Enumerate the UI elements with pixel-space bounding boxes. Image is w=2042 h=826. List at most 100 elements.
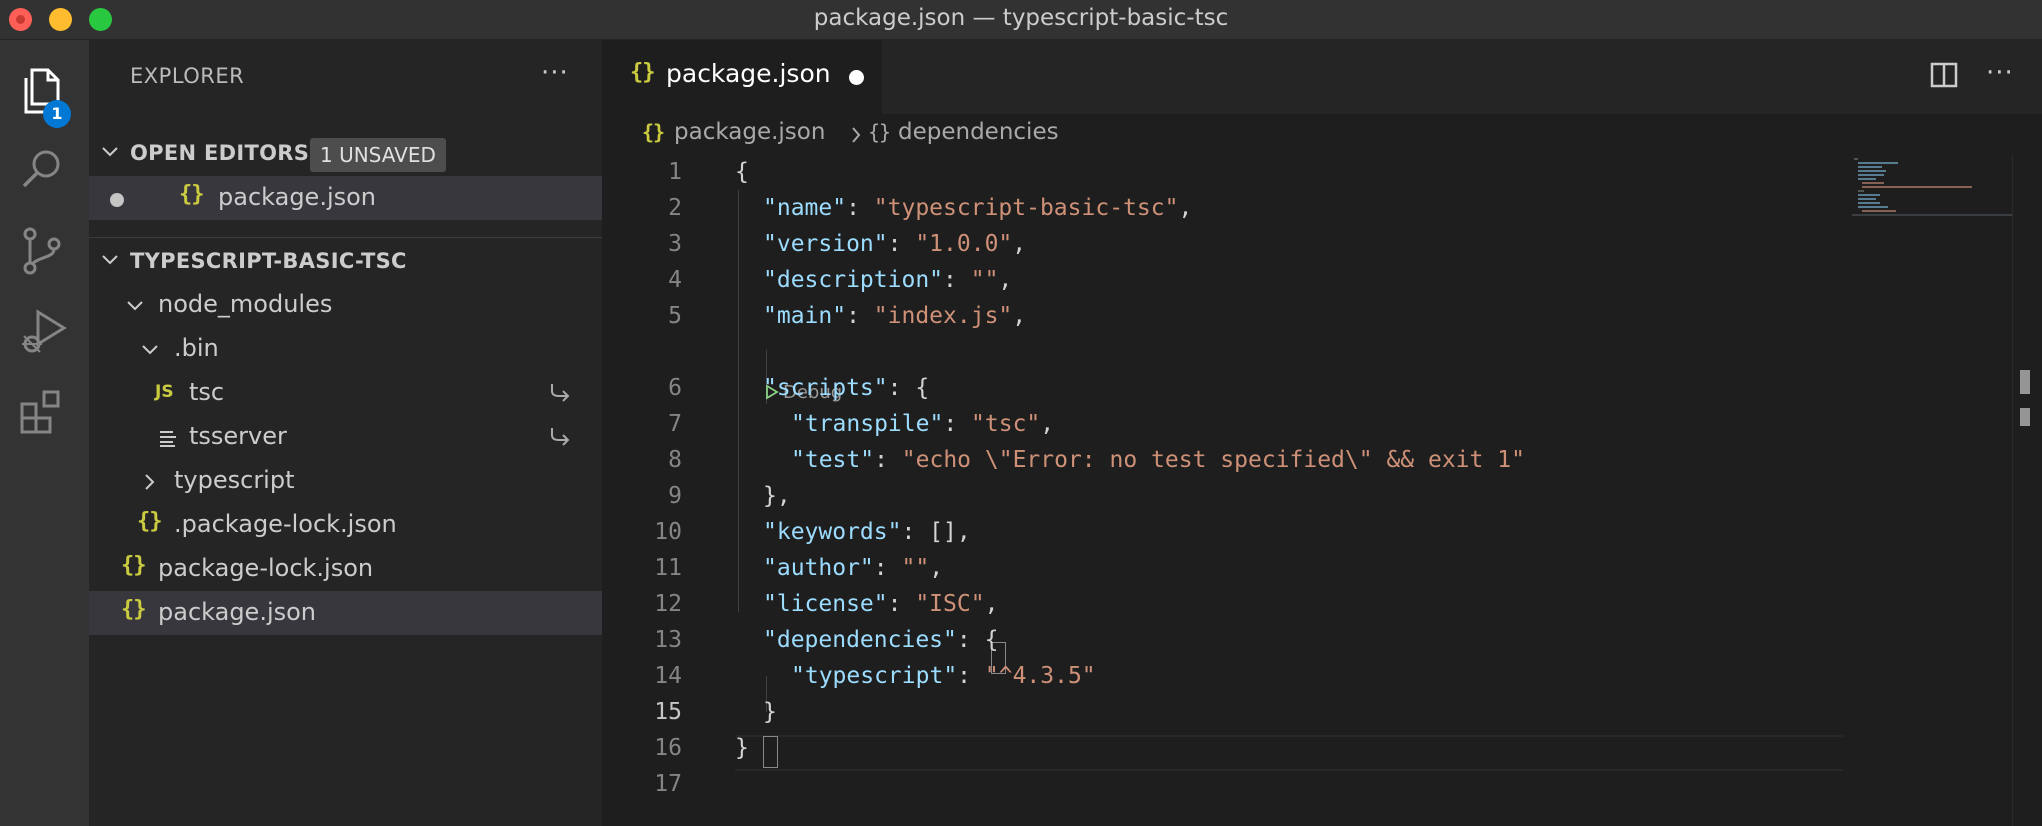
chevron-down-icon xyxy=(142,345,158,355)
json-icon: {} xyxy=(642,120,665,144)
bracket-match xyxy=(763,736,778,768)
scrollbar-marker xyxy=(2020,370,2030,394)
indent-guide xyxy=(738,190,739,612)
tree-item-tsc[interactable]: JS tsc xyxy=(89,371,602,415)
line-number: 16 xyxy=(654,735,682,761)
tree-item-label: typescript xyxy=(174,466,295,494)
tree-item-node-modules[interactable]: node_modules xyxy=(89,283,602,327)
code-line: "scripts": { xyxy=(763,375,930,401)
tree-item-label: node_modules xyxy=(158,290,333,318)
tree-item-package-json[interactable]: {} package.json xyxy=(89,591,602,635)
code-line: { xyxy=(735,159,749,185)
code-line: "transpile": "tsc", xyxy=(791,411,1055,437)
file-lines-icon xyxy=(160,431,176,447)
editor-more-actions-button[interactable]: ··· xyxy=(1986,58,2014,88)
scrollbar-marker xyxy=(2020,408,2030,426)
chevron-down-icon xyxy=(127,301,143,311)
tree-item-bin[interactable]: .bin xyxy=(89,327,602,371)
window-title: package.json — typescript-basic-tsc xyxy=(813,5,1229,31)
tree-item-package-lock[interactable]: {} package-lock.json xyxy=(89,547,602,591)
line-number: 7 xyxy=(668,411,682,437)
open-editors-section-header[interactable]: OPEN EDITORS 1 UNSAVED xyxy=(89,133,602,173)
run-debug-icon xyxy=(22,309,67,353)
line-number: 13 xyxy=(654,627,682,653)
code-line: "main": "index.js", xyxy=(763,303,1027,329)
explorer-more-actions-button[interactable]: ··· xyxy=(541,58,569,88)
project-section-header[interactable]: TYPESCRIPT-BASIC-TSC xyxy=(89,241,602,281)
tree-item-label: tsserver xyxy=(189,422,287,450)
minimap-line xyxy=(1862,210,1896,212)
chevron-down-icon xyxy=(102,255,118,265)
line-number: 10 xyxy=(654,519,682,545)
tree-item-typescript[interactable]: typescript xyxy=(89,459,602,503)
javascript-icon: JS xyxy=(155,382,174,402)
breadcrumb-file[interactable]: package.json xyxy=(674,119,825,145)
explorer-sidebar: EXPLORER ··· OPEN EDITORS 1 UNSAVED {} p… xyxy=(89,40,602,826)
line-number: 2 xyxy=(668,195,682,221)
line-number: 12 xyxy=(654,591,682,617)
extensions-activity[interactable] xyxy=(0,370,89,450)
minimap-line xyxy=(1858,194,1880,196)
code-line: "license": "ISC", xyxy=(763,591,999,617)
vertical-scrollbar[interactable] xyxy=(2012,154,2042,826)
source-control-icon xyxy=(23,227,61,275)
code-line: "name": "typescript-basic-tsc", xyxy=(763,195,1193,221)
code-line: "keywords": [], xyxy=(763,519,971,545)
open-editor-label: package.json xyxy=(218,183,377,211)
line-number: 17 xyxy=(654,771,682,797)
line-number: 14 xyxy=(654,663,682,689)
sidebar-title: EXPLORER xyxy=(130,64,245,88)
tree-item-label: .bin xyxy=(174,334,219,362)
source-control-activity[interactable] xyxy=(0,210,89,290)
explorer-badge: 1 xyxy=(43,100,71,128)
breadcrumb: {} package.json {} dependencies xyxy=(602,114,2042,154)
symlink-icon xyxy=(551,384,570,402)
symlink-icon xyxy=(551,428,570,446)
minimap-line xyxy=(1858,170,1886,172)
activity-bar: 1 xyxy=(0,40,89,826)
line-number: 11 xyxy=(654,555,682,581)
tab-label: package.json xyxy=(666,59,831,88)
open-editor-item[interactable]: {} package.json xyxy=(89,176,602,220)
tree-item-label: package-lock.json xyxy=(158,554,374,582)
extensions-icon xyxy=(20,390,60,434)
split-editor-icon[interactable] xyxy=(1930,61,1958,89)
breadcrumb-symbol[interactable]: dependencies xyxy=(898,119,1059,145)
line-number: 3 xyxy=(668,231,682,257)
unsaved-dot-icon[interactable] xyxy=(110,193,124,207)
line-number-active: 15 xyxy=(654,699,682,725)
line-number: 5 xyxy=(668,303,682,329)
code-line: "typescript": "^4.3.5" xyxy=(791,663,1096,689)
line-number: 6 xyxy=(668,375,682,401)
minimap-line xyxy=(1862,182,1884,184)
minimap-line xyxy=(1858,206,1888,208)
search-activity[interactable] xyxy=(0,130,89,210)
line-number: 8 xyxy=(668,447,682,473)
code-line: "test": "echo \"Error: no test specified… xyxy=(791,447,1525,473)
line-number: 9 xyxy=(668,483,682,509)
object-icon: {} xyxy=(868,120,891,144)
unsaved-dot-icon[interactable] xyxy=(849,70,864,85)
tree-item-label: package.json xyxy=(158,598,317,626)
minimap-line xyxy=(1854,158,1858,160)
project-title: TYPESCRIPT-BASIC-TSC xyxy=(130,249,407,273)
tree-item-label: .package-lock.json xyxy=(174,510,397,538)
tree-item-tsserver[interactable]: tsserver xyxy=(89,415,602,459)
code-editor[interactable]: 1 2 3 4 5 6 7 8 9 10 11 12 13 14 15 16 1… xyxy=(602,154,1843,826)
chevron-right-icon xyxy=(852,127,861,143)
chevron-right-icon xyxy=(145,474,155,490)
line-number: 1 xyxy=(668,159,682,185)
code-line: "version": "1.0.0", xyxy=(763,231,1027,257)
current-line-highlight xyxy=(735,735,1843,771)
minimap-line xyxy=(1858,202,1880,204)
minimap-line xyxy=(1858,190,1864,192)
explorer-activity[interactable]: 1 xyxy=(0,50,89,130)
minimap-line xyxy=(1858,178,1876,180)
minimap-line xyxy=(1858,166,1882,168)
run-debug-activity[interactable] xyxy=(0,290,89,370)
minimap-line xyxy=(1858,174,1884,176)
json-icon: {} xyxy=(630,60,655,85)
tree-item-dot-package-lock[interactable]: {} .package-lock.json xyxy=(89,503,602,547)
section-divider xyxy=(89,237,602,238)
tab-package-json[interactable]: {} package.json xyxy=(602,40,882,114)
